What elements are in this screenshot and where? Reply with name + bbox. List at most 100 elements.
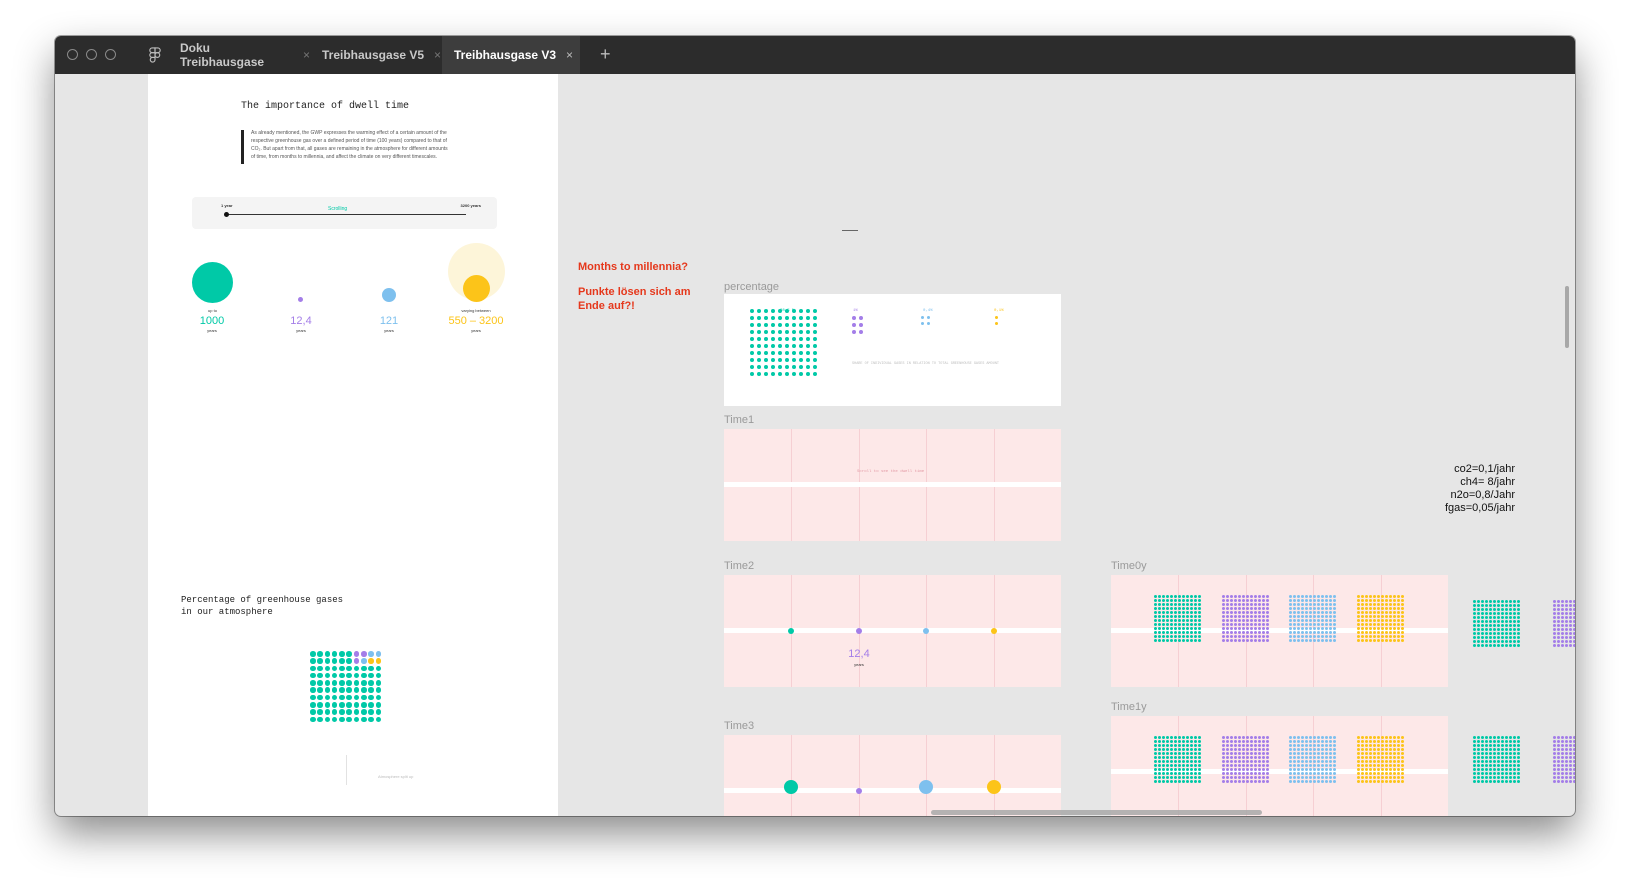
- dot: [1190, 736, 1193, 739]
- dot: [1565, 744, 1568, 747]
- dot: [1190, 740, 1193, 743]
- frame-time1[interactable]: Scroll to see the dwell time: [724, 429, 1061, 541]
- dot: [1309, 780, 1312, 783]
- dot: [1182, 595, 1185, 598]
- dot: [1313, 768, 1316, 771]
- tab-close-icon[interactable]: ×: [566, 48, 573, 62]
- dot: [375, 658, 382, 664]
- dot: [1297, 607, 1300, 610]
- dot: [1234, 635, 1237, 638]
- tab-treibhausgase-v5[interactable]: Treibhausgase V5 ×: [310, 36, 447, 74]
- dot: [1238, 615, 1241, 618]
- frame-time0y[interactable]: [1111, 575, 1448, 687]
- article-frame[interactable]: The importance of dwell time As already …: [148, 74, 558, 816]
- dot: [1497, 744, 1500, 747]
- vertical-scrollbar[interactable]: [1565, 286, 1569, 348]
- dot: [1262, 764, 1265, 767]
- dot: [1222, 619, 1225, 622]
- dot: [1158, 599, 1161, 602]
- slider-handle[interactable]: [224, 212, 229, 217]
- frame-percentage[interactable]: 98,5 % 1% 0,4% 0,1% SHARE OF INDIVIDUAL …: [724, 294, 1061, 406]
- dot: [812, 364, 818, 370]
- dot: [1234, 752, 1237, 755]
- frame-label-time0y[interactable]: Time0y: [1111, 560, 1147, 572]
- dot: [1489, 764, 1492, 767]
- dot: [1385, 740, 1388, 743]
- frame-label-time1y[interactable]: Time1y: [1111, 701, 1147, 713]
- ch4-dot-block: [1553, 736, 1575, 783]
- dot: [1333, 635, 1336, 638]
- horizontal-scrollbar[interactable]: [931, 810, 1262, 815]
- tab-close-icon[interactable]: ×: [303, 48, 310, 62]
- dot: [1329, 603, 1332, 606]
- zoom-window-button[interactable]: [105, 49, 116, 60]
- dot: [1485, 780, 1488, 783]
- dot: [1289, 635, 1292, 638]
- tab-treibhausgase-v3[interactable]: Treibhausgase V3 ×: [442, 36, 580, 74]
- dot: [1509, 760, 1512, 763]
- dot: [1242, 752, 1245, 755]
- dot: [812, 343, 818, 349]
- dot: [1561, 612, 1564, 615]
- tab-doku-treibhausgase[interactable]: Doku Treibhausgase ×: [170, 36, 310, 74]
- frame-label-time2[interactable]: Time2: [724, 560, 754, 572]
- dot: [763, 357, 769, 363]
- dot: [1489, 740, 1492, 743]
- dot: [1246, 740, 1249, 743]
- frame-label-percentage[interactable]: percentage: [724, 281, 779, 293]
- dot: [1254, 760, 1257, 763]
- dot: [756, 364, 762, 370]
- dot: [1517, 608, 1520, 611]
- frame-time2[interactable]: 12,4 years: [724, 575, 1061, 687]
- frame-label-time3[interactable]: Time3: [724, 720, 754, 732]
- dot: [1369, 760, 1372, 763]
- dot: [1389, 756, 1392, 759]
- dot: [1266, 607, 1269, 610]
- frame-label-time1[interactable]: Time1: [724, 414, 754, 426]
- frame-time1y[interactable]: [1111, 716, 1448, 816]
- dot: [1373, 780, 1376, 783]
- dot: [1230, 768, 1233, 771]
- dot: [1321, 772, 1324, 775]
- new-tab-icon[interactable]: +: [600, 44, 611, 65]
- dot: [1313, 756, 1316, 759]
- close-window-button[interactable]: [67, 49, 78, 60]
- dot: [1246, 756, 1249, 759]
- dot: [1262, 623, 1265, 626]
- dot: [353, 680, 360, 686]
- dot: [1293, 764, 1296, 767]
- dot: [1194, 639, 1197, 642]
- dot: [1501, 616, 1504, 619]
- dot: [1365, 603, 1368, 606]
- dot: [1258, 615, 1261, 618]
- frame-time3[interactable]: [724, 735, 1061, 816]
- dot: [1246, 623, 1249, 626]
- co2-value: 1000: [199, 315, 225, 327]
- dot: [1501, 744, 1504, 747]
- dot: [1473, 612, 1476, 615]
- quote-bar: [241, 130, 244, 164]
- dot: [1266, 756, 1269, 759]
- dot: [1393, 595, 1396, 598]
- dot: [1154, 760, 1157, 763]
- dot: [1401, 764, 1404, 767]
- dot: [1250, 748, 1253, 751]
- dot: [1357, 599, 1360, 602]
- dot: [1226, 639, 1229, 642]
- dot: [1377, 740, 1380, 743]
- dot: [1266, 611, 1269, 614]
- dot: [1226, 599, 1229, 602]
- tab-close-icon[interactable]: ×: [434, 48, 441, 62]
- minimize-window-button[interactable]: [86, 49, 97, 60]
- dot: [1509, 628, 1512, 631]
- dot: [1222, 627, 1225, 630]
- scroll-hint: Scroll to see the dwell time: [857, 470, 925, 474]
- dot: [1194, 752, 1197, 755]
- figma-menu-icon[interactable]: [148, 47, 162, 64]
- timescale-slider[interactable]: 1 year 3200 years Scrolling: [192, 197, 497, 229]
- design-canvas[interactable]: The importance of dwell time As already …: [55, 74, 1575, 816]
- dot: [1309, 639, 1312, 642]
- dot: [339, 651, 345, 657]
- dot: [1222, 764, 1225, 767]
- dot: [1190, 768, 1193, 771]
